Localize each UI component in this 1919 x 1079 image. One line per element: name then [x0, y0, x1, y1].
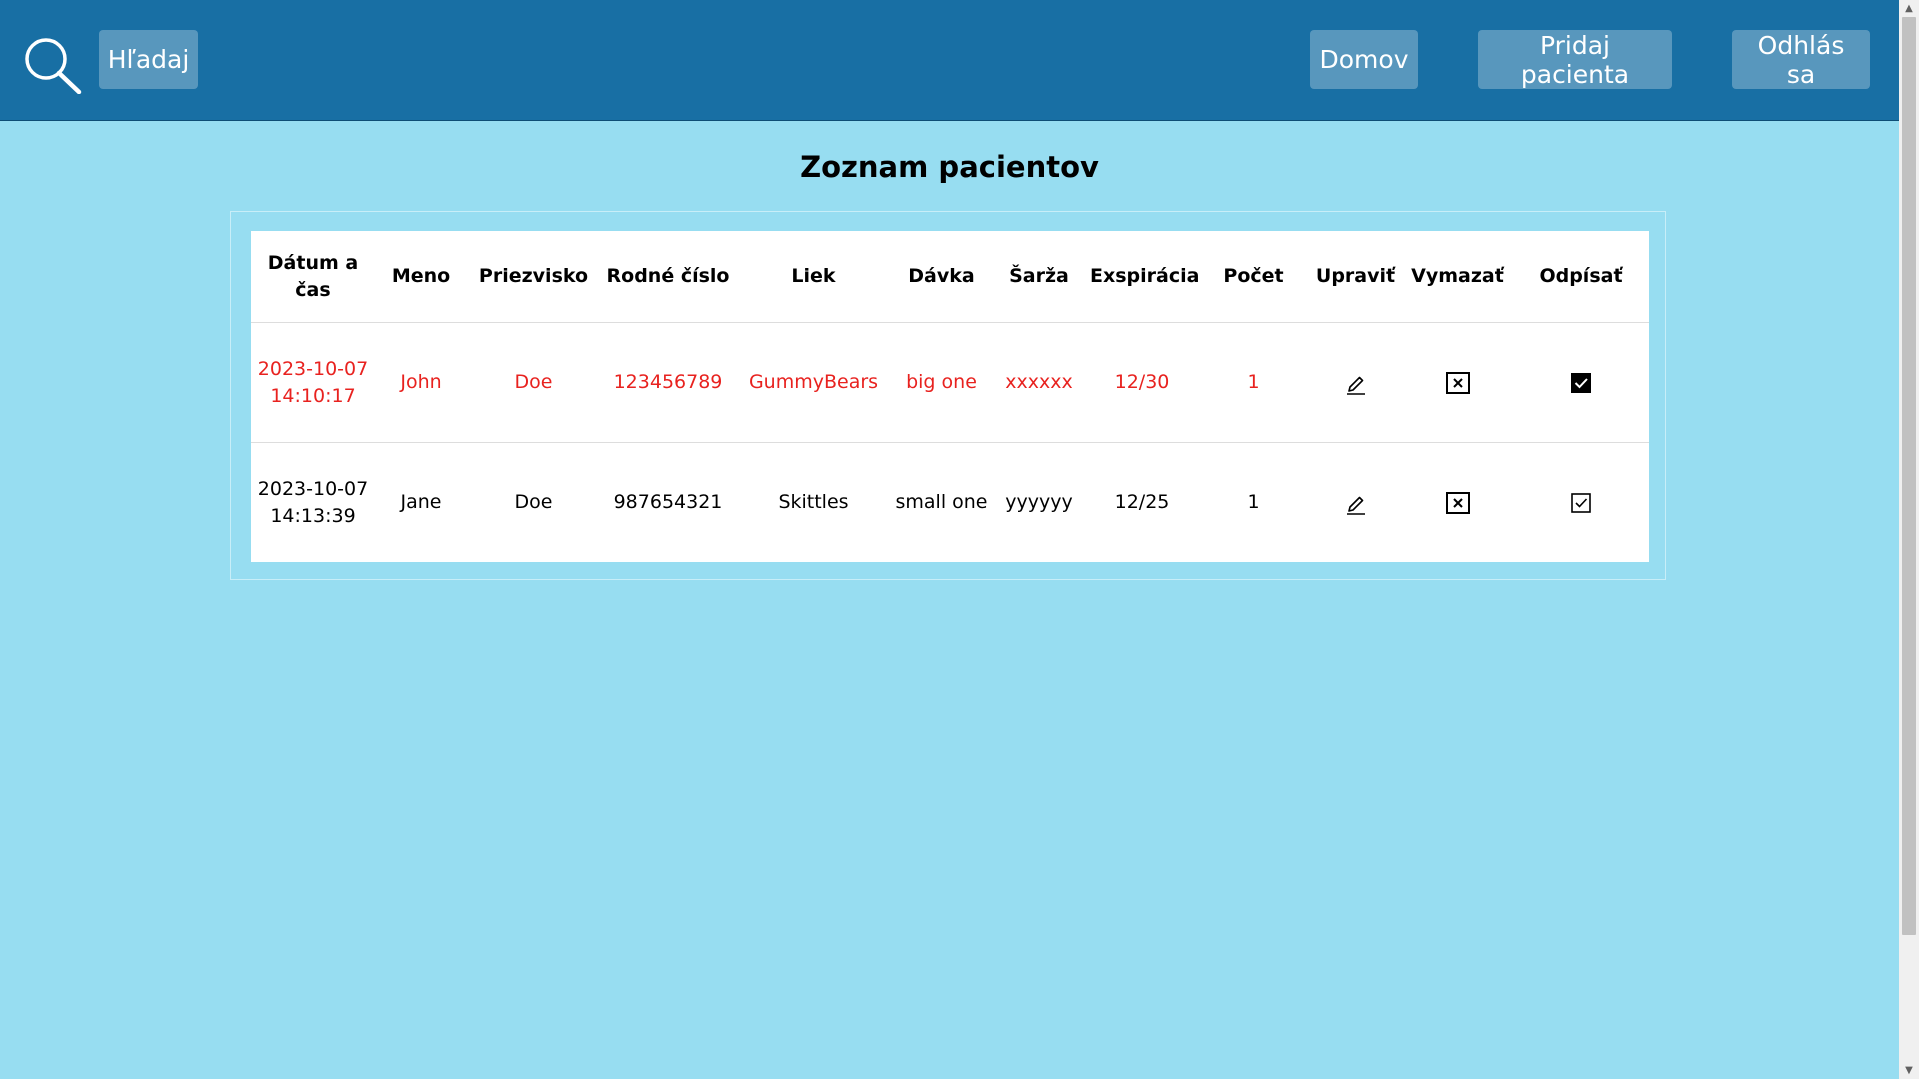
column-header-last-name: Priezvisko [467, 231, 600, 323]
cell-medicine: GummyBears [736, 322, 891, 443]
cell-batch: yyyyyy [1005, 491, 1073, 513]
column-header-delete: Vymazať [1402, 231, 1513, 323]
logout-button[interactable]: Odhlás sa [1732, 30, 1870, 89]
cell-dose: big one [891, 322, 992, 443]
cell-medicine: Skittles [778, 491, 849, 513]
cell-first-name: Jane [400, 491, 442, 513]
table-row: 2023-10-07 14:13:39 Jane Doe 987654321 S… [251, 443, 1649, 563]
search-icon[interactable] [22, 36, 84, 95]
column-header-count: Počet [1198, 231, 1309, 323]
cell-birth-number: 987654321 [613, 491, 723, 513]
column-header-write-off: Odpísať [1513, 231, 1649, 323]
close-box-icon[interactable] [1445, 370, 1471, 396]
cell-batch: xxxxxx [992, 322, 1086, 443]
pencil-icon[interactable] [1343, 370, 1369, 396]
cell-datetime: 2023-10-07 14:13:39 [257, 477, 369, 527]
cell-count: 1 [1247, 491, 1260, 513]
search-button[interactable]: Hľadaj [99, 30, 198, 89]
pencil-icon[interactable] [1343, 490, 1369, 516]
column-header-edit: Upraviť [1309, 231, 1402, 323]
cell-edit [1309, 443, 1402, 563]
scrollbar-thumb[interactable] [1902, 17, 1916, 935]
page-title: Zoznam pacientov [800, 150, 1099, 184]
checkbox-unchecked-icon[interactable] [1568, 490, 1594, 516]
column-header-dose: Dávka [891, 231, 992, 323]
cell-expiration: 12/25 [1114, 491, 1170, 513]
cell-count: 1 [1198, 322, 1309, 443]
scroll-up-arrow-icon[interactable]: ▲ [1899, 0, 1919, 17]
column-header-medicine: Liek [736, 231, 891, 323]
cell-datetime: 2023-10-07 14:10:17 [251, 322, 375, 443]
column-header-datetime: Dátum a čas [251, 231, 375, 323]
cell-last-name: Doe [514, 491, 553, 513]
cell-write-off [1513, 322, 1649, 443]
home-button[interactable]: Domov [1310, 30, 1418, 89]
cell-birth-number: 123456789 [600, 322, 736, 443]
table-header-row: Dátum a čas Meno Priezvisko Rodné číslo … [251, 231, 1649, 323]
cell-dose: small one [895, 491, 988, 513]
column-header-first-name: Meno [375, 231, 467, 323]
cell-write-off [1513, 443, 1649, 563]
cell-expiration: 12/30 [1086, 322, 1198, 443]
add-patient-button[interactable]: Pridaj pacienta [1478, 30, 1672, 89]
cell-delete [1402, 322, 1513, 443]
patients-table: Dátum a čas Meno Priezvisko Rodné číslo … [251, 231, 1649, 562]
close-box-icon[interactable] [1445, 490, 1471, 516]
top-navbar: Hľadaj Domov Pridaj pacienta Odhlás sa [0, 0, 1899, 121]
table-row: 2023-10-07 14:10:17 John Doe 123456789 G… [251, 322, 1649, 443]
cell-delete [1402, 443, 1513, 563]
scroll-down-arrow-icon[interactable]: ▼ [1899, 1062, 1919, 1079]
cell-first-name: John [375, 322, 467, 443]
checkbox-checked-icon[interactable] [1568, 370, 1594, 396]
column-header-expiration: Exspirácia [1086, 231, 1199, 323]
column-header-batch: Šarža [992, 231, 1086, 323]
cell-edit [1309, 322, 1402, 443]
vertical-scrollbar[interactable]: ▲ ▼ [1899, 0, 1919, 1079]
column-header-birth-number: Rodné číslo [600, 231, 736, 323]
cell-last-name: Doe [467, 322, 600, 443]
